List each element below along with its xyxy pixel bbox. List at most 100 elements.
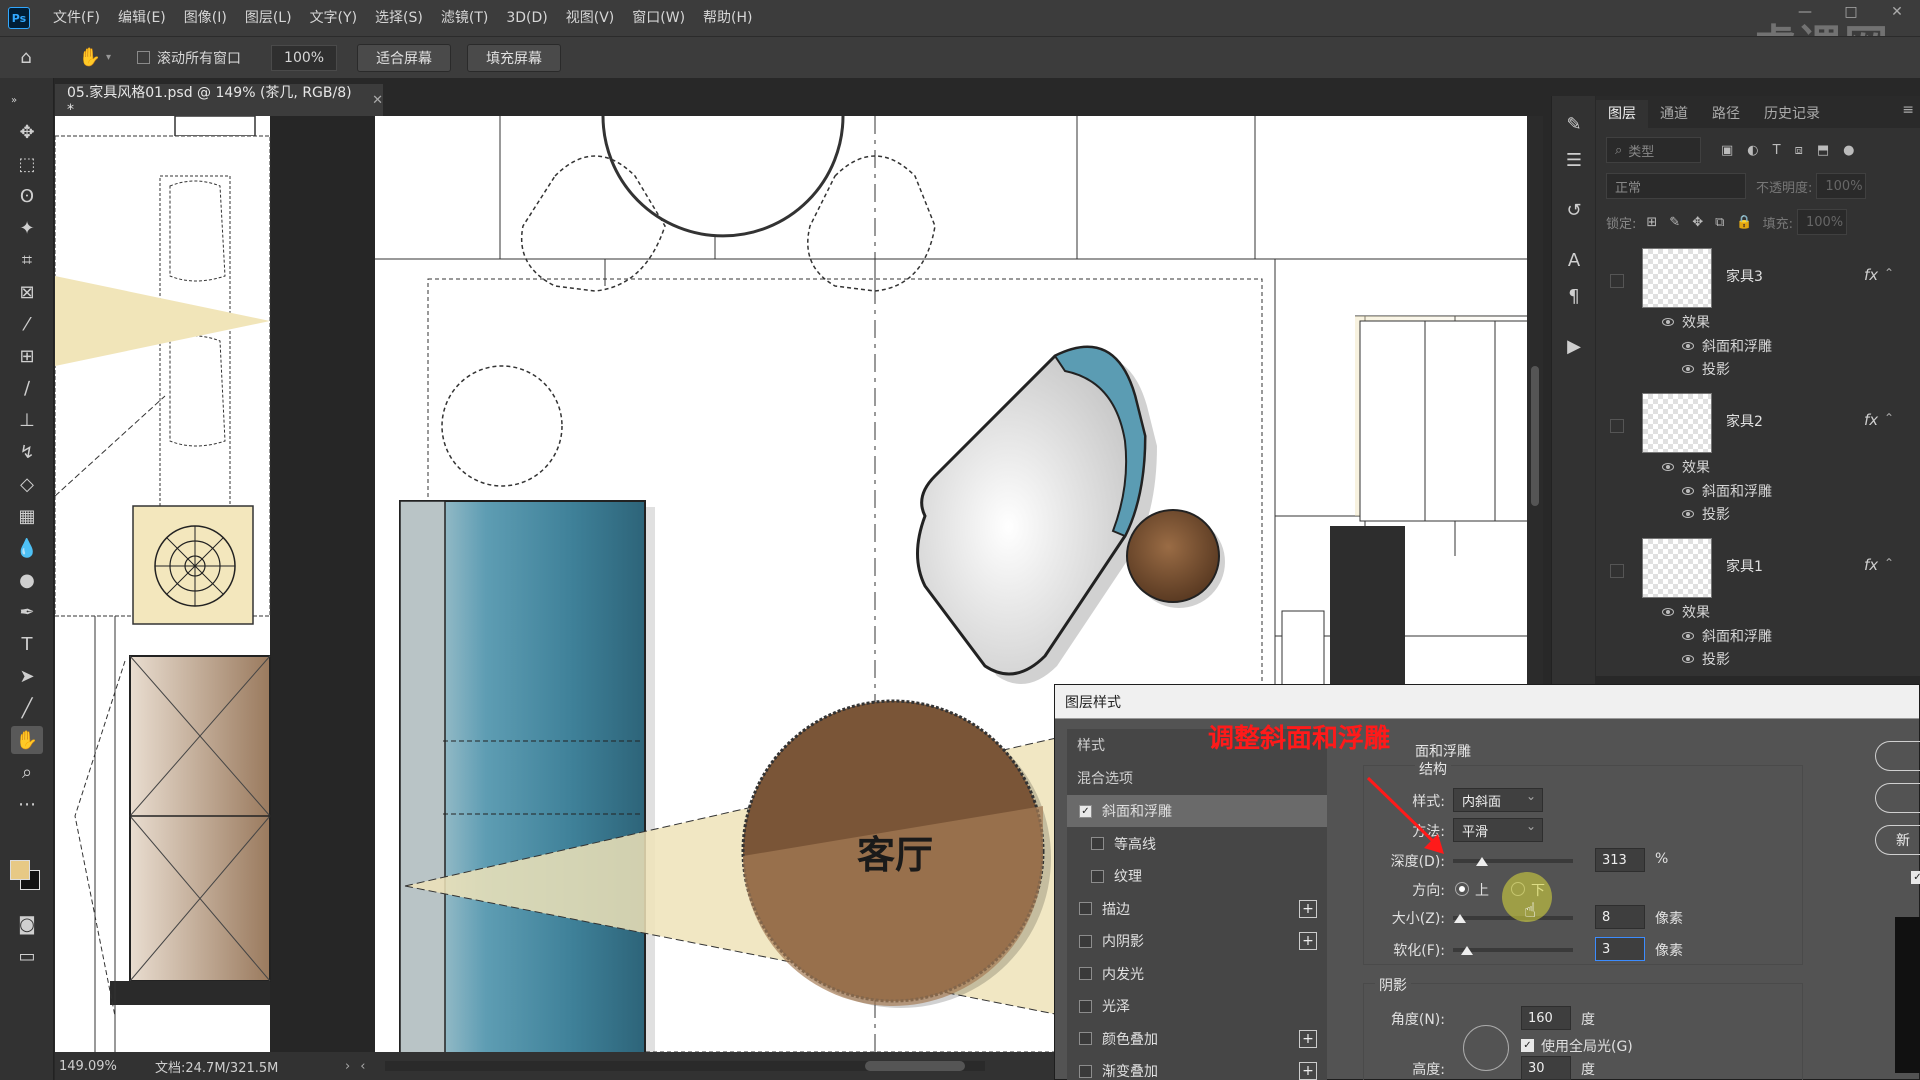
gradient-tool-icon[interactable]: ▦ [11,502,43,530]
panel-tab[interactable]: 通道 [1648,100,1700,128]
layer-visibility-toggle[interactable] [1610,419,1624,433]
quick-mask-icon[interactable]: ◙ [11,910,43,938]
move-tool-icon[interactable]: ✥ [11,118,43,146]
scroll-left-icon[interactable]: ‹ [360,1059,365,1074]
fx-icon[interactable]: fx [1864,411,1878,429]
blend-options-header[interactable]: 混合选项 [1067,762,1327,794]
hand-tool-icon[interactable]: ✋ [11,726,43,754]
filter-type-icon[interactable]: T [1773,143,1781,158]
style-item[interactable]: 纹理 [1067,860,1327,892]
filter-smart-icon[interactable]: ⬒ [1817,143,1829,158]
cancel-button[interactable] [1875,783,1920,813]
style-item[interactable]: 内发光 [1067,958,1327,990]
magic-wand-tool-icon[interactable]: ✦ [11,214,43,242]
angle-input[interactable]: 160 [1521,1006,1571,1030]
style-item[interactable]: 等高线 [1067,828,1327,860]
layer-thumbnail[interactable] [1642,248,1712,308]
chevron-up-icon[interactable]: ⌃ [1884,411,1894,425]
chevron-up-icon[interactable]: ⌃ [1884,266,1894,280]
home-icon[interactable]: ⌂ [12,44,40,72]
lock-artboard-icon[interactable]: ⧉ [1715,215,1724,230]
patch-tool-icon[interactable]: ⊞ [11,342,43,370]
soften-slider-knob[interactable] [1461,946,1474,955]
layer-row[interactable]: 家具1 fx ⌃ 效果 斜面和浮雕 投影 [1596,536,1920,681]
style-item-checkbox[interactable] [1079,967,1092,980]
scrollbar-thumb[interactable] [1531,366,1539,506]
layer-name[interactable]: 家具2 [1726,411,1763,431]
blend-mode-select[interactable]: 正常 [1606,173,1746,199]
eye-icon[interactable] [1662,608,1674,616]
character-icon[interactable]: A [1560,246,1588,274]
size-slider-knob[interactable] [1454,914,1467,923]
effect-row[interactable]: 斜面和浮雕 [1682,481,1772,501]
effect-row[interactable]: 斜面和浮雕 [1682,336,1772,356]
menu-item[interactable]: 视图(V) [557,0,624,36]
direction-up-radio[interactable] [1455,882,1469,896]
path-select-tool-icon[interactable]: ➤ [11,662,43,690]
fill-screen-button[interactable]: 填充屏幕 [467,43,562,72]
history-icon[interactable]: ↺ [1560,196,1588,224]
style-item-checkbox[interactable] [1079,1064,1092,1078]
effect-row[interactable]: 投影 [1682,359,1730,379]
type-tool-icon[interactable]: T [11,630,43,658]
eye-icon[interactable] [1682,487,1694,495]
eye-icon[interactable] [1682,510,1694,518]
foreground-color-swatch[interactable] [10,860,30,880]
depth-slider-knob[interactable] [1475,857,1488,866]
dialog-title[interactable]: 图层样式 [1055,685,1919,719]
technique-select[interactable]: 平滑 [1453,818,1543,842]
adjustments-icon[interactable]: ☰ [1560,146,1588,174]
ok-button[interactable] [1875,741,1920,771]
zoom-field[interactable]: 100% [271,44,338,71]
eye-icon[interactable] [1662,463,1674,471]
dodge-tool-icon[interactable]: ● [11,566,43,594]
menu-item[interactable]: 图层(L) [236,0,301,36]
layer-name[interactable]: 家具1 [1726,556,1763,576]
opacity-input[interactable]: 100% [1816,173,1867,199]
layer-visibility-toggle[interactable] [1610,274,1624,288]
eye-icon[interactable] [1682,365,1694,373]
soften-slider[interactable] [1453,946,1573,955]
altitude-input[interactable]: 30 [1521,1056,1571,1080]
preview-checkbox[interactable]: ✓ [1911,871,1920,884]
layer-filter-select[interactable]: ⌕ 类型 [1606,137,1701,163]
pen-tool-icon[interactable]: ✒ [11,598,43,626]
size-input[interactable]: 8 [1595,905,1645,929]
scroll-all-checkbox[interactable] [137,51,151,64]
menu-item[interactable]: 滤镜(T) [432,0,497,36]
frame-tool-icon[interactable]: ⊠ [11,278,43,306]
horizontal-scrollbar[interactable] [385,1061,986,1071]
effects-row[interactable]: 效果 [1662,457,1710,477]
filter-adjust-icon[interactable]: ◐ [1747,143,1758,158]
fx-icon[interactable]: fx [1864,266,1878,284]
stamp-tool-icon[interactable]: ⊥ [11,406,43,434]
lock-transparent-icon[interactable]: ⊞ [1646,215,1657,230]
blur-tool-icon[interactable]: 💧 [11,534,43,562]
global-light-checkbox[interactable]: ✓ [1521,1039,1534,1052]
panel-tab[interactable]: 图层 [1596,100,1648,128]
brush-settings-icon[interactable]: ✎ [1560,110,1588,138]
zoom-tool-icon[interactable]: ⌕ [11,758,43,786]
line-tool-icon[interactable]: ╱ [11,694,43,722]
effects-row[interactable]: 效果 [1662,312,1710,332]
actions-play-icon[interactable]: ▶ [1560,332,1588,360]
menu-item[interactable]: 窗口(W) [623,0,694,36]
effect-row[interactable]: 投影 [1682,504,1730,524]
add-style-icon[interactable]: + [1299,899,1317,918]
style-item[interactable]: 描边 + [1067,893,1327,925]
style-item[interactable]: ✓ 斜面和浮雕 [1067,795,1327,827]
add-style-icon[interactable]: + [1299,932,1317,950]
lasso-tool-icon[interactable]: ʘ [11,182,43,210]
effect-row[interactable]: 斜面和浮雕 [1682,626,1772,646]
fill-input[interactable]: 100% [1796,209,1847,235]
panel-tab[interactable]: 路径 [1700,100,1752,128]
crop-tool-icon[interactable]: ⌗ [11,246,43,274]
menu-item[interactable]: 选择(S) [366,0,432,36]
layer-row[interactable]: 家具2 fx ⌃ 效果斜面和浮雕投影 [1596,391,1920,536]
soften-input[interactable]: 3 [1595,937,1645,961]
panel-tab[interactable]: 历史记录 [1752,100,1832,128]
minimize-icon[interactable]: — [1782,0,1828,24]
brush-tool-icon[interactable]: ∕ [11,374,43,402]
depth-input[interactable]: 313 [1595,848,1645,872]
eye-icon[interactable] [1662,318,1674,326]
